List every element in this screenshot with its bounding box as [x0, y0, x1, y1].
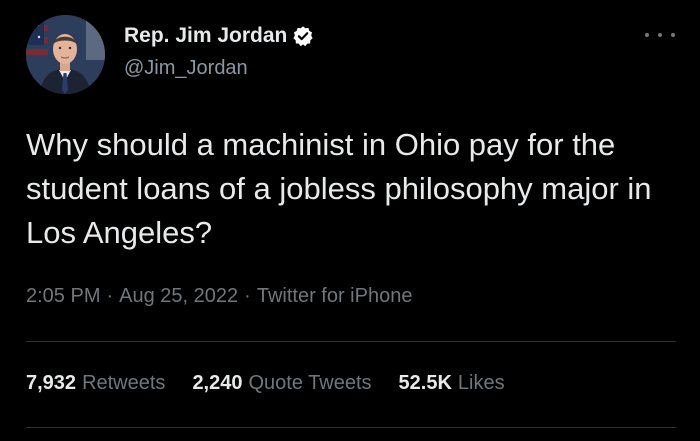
quote-tweets-stat[interactable]: 2,240 Quote Tweets — [192, 372, 371, 395]
author-name-row[interactable]: Rep. Jim Jordan — [124, 24, 314, 48]
meta-separator: · — [244, 285, 251, 307]
tweet-meta: 2:05 PM · Aug 25, 2022 · Twitter for iPhone — [26, 285, 412, 308]
tweet-time[interactable]: 2:05 PM — [26, 285, 100, 307]
engagement-stats: 7,932 Retweets 2,240 Quote Tweets 52.5K Lik… — [26, 372, 532, 395]
quote-tweets-count: 2,240 — [192, 372, 243, 394]
tweet-date[interactable]: Aug 25, 2022 — [119, 285, 238, 307]
more-options-icon[interactable] — [645, 30, 675, 40]
tweet-source[interactable]: Twitter for iPhone — [257, 285, 413, 307]
quote-tweets-label: Quote Tweets — [248, 372, 372, 394]
divider — [26, 427, 676, 428]
divider — [26, 341, 676, 342]
likes-label: Likes — [457, 372, 505, 394]
retweets-stat[interactable]: 7,932 Retweets — [26, 372, 165, 395]
tweet-card: Rep. Jim Jordan @Jim_Jordan Why should a… — [0, 0, 700, 441]
verified-badge-icon — [292, 25, 314, 47]
author-name[interactable]: Rep. Jim Jordan — [124, 24, 287, 48]
meta-separator: · — [106, 285, 114, 307]
tweet-text: Why should a machinist in Ohio pay for t… — [26, 127, 652, 250]
likes-count: 52.5K — [398, 372, 452, 394]
author-handle[interactable]: @Jim_Jordan — [124, 57, 248, 80]
likes-stat[interactable]: 52.5K Likes — [399, 372, 505, 395]
retweets-label: Retweets — [82, 372, 166, 394]
avatar[interactable] — [26, 15, 105, 94]
retweets-count: 7,932 — [26, 372, 77, 394]
